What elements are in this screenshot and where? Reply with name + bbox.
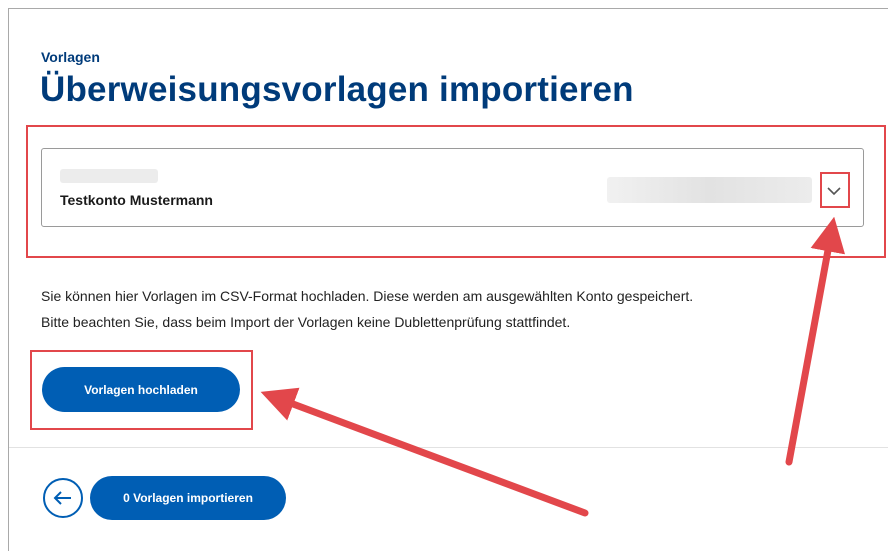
info-text-line-2: Bitte beachten Sie, dass beim Import der… (41, 314, 571, 330)
chevron-down-icon (827, 186, 841, 195)
account-name: Testkonto Mustermann (60, 192, 213, 208)
info-text-line-1: Sie können hier Vorlagen im CSV-Format h… (41, 288, 694, 304)
account-select[interactable]: Testkonto Mustermann (41, 148, 864, 227)
redacted-account-details (607, 177, 812, 203)
import-templates-button[interactable]: 0 Vorlagen importieren (90, 476, 286, 520)
upload-templates-button[interactable]: Vorlagen hochladen (42, 367, 240, 412)
arrow-left-icon (53, 491, 71, 505)
back-button[interactable] (43, 478, 83, 518)
breadcrumb[interactable]: Vorlagen (41, 49, 100, 65)
redacted-account-label (60, 169, 158, 183)
divider (9, 447, 888, 448)
account-dropdown-toggle[interactable] (820, 177, 848, 205)
page-title: Überweisungsvorlagen importieren (40, 70, 634, 109)
